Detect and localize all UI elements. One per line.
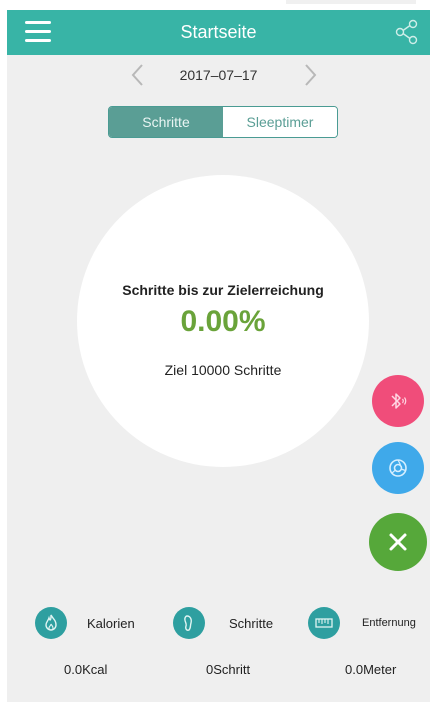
status-strip bbox=[0, 0, 430, 10]
next-day-button[interactable] bbox=[298, 60, 322, 90]
share-button[interactable] bbox=[394, 19, 420, 45]
bluetooth-button[interactable] bbox=[372, 375, 424, 427]
stat-value-schritte: 0Schritt bbox=[206, 662, 251, 677]
camera-shutter-icon bbox=[389, 459, 407, 477]
stat-label-schritte: Schritte bbox=[229, 616, 274, 631]
stat-label-kalorien: Kalorien bbox=[87, 616, 135, 631]
progress-goal: Ziel 10000 Schritte bbox=[164, 362, 282, 378]
close-menu-button[interactable] bbox=[369, 513, 427, 571]
chevron-right-icon bbox=[305, 64, 317, 86]
progress-circle: Schritte bis zur Zielerreichung 0.00% Zi… bbox=[77, 175, 369, 467]
app-header: Startseite bbox=[7, 10, 430, 55]
stat-label-entfernung: Entfernung bbox=[362, 617, 416, 629]
status-notch bbox=[286, 0, 416, 4]
flame-icon bbox=[35, 607, 67, 639]
camera-button[interactable] bbox=[372, 442, 424, 494]
stat-value-entfernung: 0.0Meter bbox=[345, 662, 397, 677]
stats-row: Kalorien Schritte Entfernung bbox=[7, 603, 430, 643]
ruler-icon bbox=[308, 607, 340, 639]
current-date: 2017–07–17 bbox=[179, 67, 258, 83]
stats-values-row: 0.0Kcal 0Schritt 0.0Meter bbox=[7, 662, 430, 682]
tab-schritte[interactable]: Schritte bbox=[109, 107, 223, 137]
progress-title: Schritte bis zur Zielerreichung bbox=[122, 282, 324, 298]
page-title: Startseite bbox=[180, 22, 257, 42]
date-navigator: 2017–07–17 bbox=[7, 60, 430, 90]
footprint-icon bbox=[173, 607, 205, 639]
app-screen: Startseite 2017–07–17 Schritte Sleeptime… bbox=[7, 10, 430, 702]
mode-segmented-control: Schritte Sleeptimer bbox=[108, 106, 338, 138]
stat-value-kalorien: 0.0Kcal bbox=[64, 662, 108, 677]
tab-sleeptimer[interactable]: Sleeptimer bbox=[223, 107, 337, 137]
close-icon bbox=[389, 533, 407, 551]
progress-percent: 0.00% bbox=[180, 305, 266, 338]
bluetooth-icon bbox=[391, 393, 407, 409]
share-icon bbox=[395, 19, 418, 45]
